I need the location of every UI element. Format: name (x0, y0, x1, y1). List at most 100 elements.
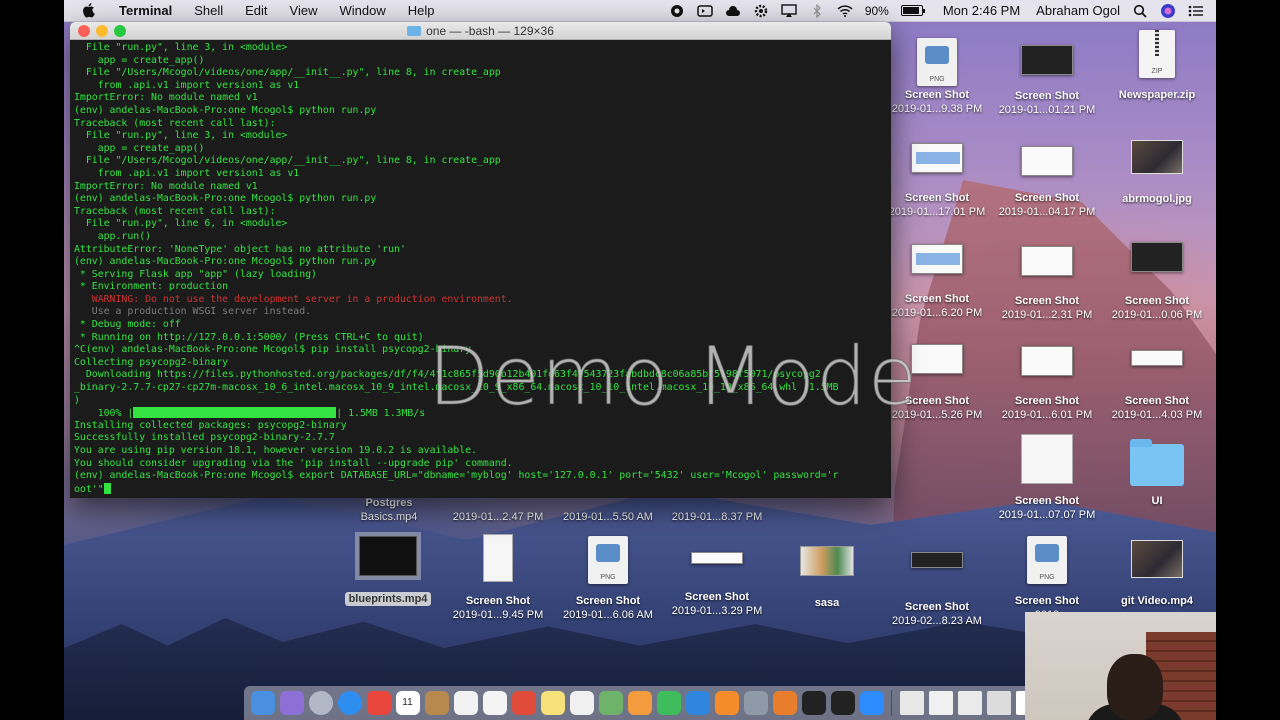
dock-app-icon[interactable] (685, 691, 710, 715)
desktop-icon-screenshot[interactable]: Screen Shot 2019-01...01.21 PM (992, 45, 1102, 117)
terminal-line: You should consider upgrading via the 'p… (74, 457, 513, 469)
dock-app-icon[interactable] (743, 691, 768, 715)
window-zoom-button[interactable] (114, 24, 126, 37)
image-thumbnail-icon (1131, 140, 1183, 174)
dock-app-icon[interactable] (337, 691, 362, 715)
dock-app-icon[interactable] (424, 691, 449, 715)
zip-archive-icon: ZIP (1139, 30, 1175, 78)
desktop-icon-screenshot[interactable]: Screen Shot 2019-01...07.07 PM (992, 434, 1102, 522)
screenshot-thumbnail-icon (911, 552, 963, 568)
dock-app-icon[interactable] (656, 691, 681, 715)
clock[interactable]: Mon 2:46 PM (943, 3, 1020, 18)
dock-app-icon[interactable] (540, 691, 565, 715)
desktop-icon-screenshot[interactable]: Screen Shot 2019-01...0.06 PM (1102, 242, 1212, 322)
dock-app-icon[interactable] (250, 691, 275, 715)
desktop-icon-screenshot[interactable]: 2019-01...5.50 AM (553, 510, 663, 524)
bluetooth-icon[interactable] (809, 3, 825, 18)
desktop-icon-screenshot[interactable]: Screen Shot 2019-01...6.01 PM (992, 346, 1102, 422)
calendar-date: 11 (402, 697, 413, 708)
desktop-icon-screenshot[interactable]: Screen Shot 2019-01...4.03 PM (1102, 350, 1212, 422)
desktop-icon-screenshot[interactable]: PNG Screen Shot 2019-01...9.38 PM (882, 38, 992, 116)
dock-app-icon[interactable] (598, 691, 623, 715)
desktop-icon-photo[interactable]: abrmogol.jpg (1102, 140, 1212, 206)
settings-gear-icon[interactable] (753, 4, 769, 18)
menu-shell[interactable]: Shell (183, 0, 234, 22)
dock-app-icon[interactable] (772, 691, 797, 715)
desktop-icon-video[interactable]: Postgres Basics.mp4 (334, 496, 444, 524)
dock-app-icon[interactable] (801, 691, 826, 715)
terminal-line: (env) andelas-MacBook-Pro:one Mcogol$ py… (74, 104, 377, 116)
dock-app-icon[interactable]: 11 (395, 691, 420, 715)
terminal-line: * Serving Flask app "app" (lazy loading) (74, 268, 317, 280)
window-minimize-button[interactable] (96, 24, 108, 37)
desktop-icon-screenshot[interactable]: 2019-01...2.47 PM (443, 510, 553, 524)
screen-capture-icon[interactable] (697, 4, 713, 18)
dock-app-icon[interactable] (627, 691, 652, 715)
video-thumbnail-icon (355, 532, 421, 580)
desktop-icon-zip[interactable]: ZIP Newspaper.zip (1102, 30, 1212, 102)
document-thumbnail-icon (1021, 434, 1073, 484)
dock-app-icon[interactable] (859, 691, 884, 715)
screenshot-thumbnail-icon (1021, 45, 1073, 75)
dock-separator (891, 690, 892, 716)
dock-document-icon[interactable] (957, 691, 982, 715)
screenshot-thumbnail-icon (1021, 146, 1073, 176)
terminal-output[interactable]: File "run.py", line 3, in <module> app =… (70, 40, 891, 497)
dock-app-icon[interactable] (511, 691, 536, 715)
terminal-line: Traceback (most recent call last): (74, 117, 276, 129)
menu-edit[interactable]: Edit (234, 0, 278, 22)
dock-app-icon[interactable] (569, 691, 594, 715)
menu-window[interactable]: Window (329, 0, 397, 22)
menu-view[interactable]: View (279, 0, 329, 22)
wifi-icon[interactable] (837, 4, 853, 18)
dock-app-icon[interactable] (830, 691, 855, 715)
desktop-icon-screenshot[interactable]: Screen Shot 2019-01...9.45 PM (443, 534, 553, 622)
notification-center-icon[interactable] (1188, 4, 1204, 18)
desktop-icon-screenshot[interactable]: Screen Shot 2019-01...3.29 PM (662, 552, 772, 618)
desktop-icon-screenshot[interactable]: Screen Shot 2019-01...04.17 PM (992, 146, 1102, 219)
desktop-icon-folder[interactable]: UI (1102, 439, 1212, 508)
window-close-button[interactable] (78, 24, 90, 37)
menu-help[interactable]: Help (397, 0, 446, 22)
airplay-icon[interactable] (781, 3, 797, 18)
cloud-upload-icon[interactable] (725, 4, 741, 18)
desktop-icon-screenshot[interactable]: Screen Shot 2019-01...6.20 PM (882, 244, 992, 320)
pip-progress-line: 100% | | 1.5MB 1.3MB/s (74, 407, 426, 420)
record-icon[interactable] (669, 4, 685, 18)
menu-app-name[interactable]: Terminal (108, 0, 183, 22)
desktop-icon-screenshot[interactable]: Screen Shot 2019-01...2.31 PM (992, 246, 1102, 322)
dock-app-icon[interactable] (453, 691, 478, 715)
dock-app-icon[interactable] (366, 691, 391, 715)
dock-app-icon[interactable] (279, 691, 304, 715)
desktop-icon-video-selected[interactable]: blueprints.mp4 (333, 532, 443, 606)
desktop-icon-pdf[interactable]: sasa (772, 546, 882, 610)
terminal-line: File "/Users/Mcogol/videos/one/app/__ini… (74, 155, 501, 167)
terminal-titlebar[interactable]: one — -bash — 129×36 (70, 22, 891, 40)
png-file-icon: PNG (588, 536, 628, 584)
apple-menu-icon[interactable] (82, 3, 96, 18)
spotlight-search-icon[interactable] (1132, 4, 1148, 18)
user-name[interactable]: Abraham Ogol (1036, 3, 1120, 18)
siri-icon[interactable] (1160, 3, 1176, 18)
terminal-line: (env) andelas-MacBook-Pro:one Mcogol$ ex… (74, 470, 839, 482)
dock-document-icon[interactable] (899, 691, 924, 715)
terminal-line: ) (74, 394, 80, 406)
dock-app-icon[interactable] (714, 691, 739, 715)
desktop-icon-screenshot[interactable]: 2019-01...8.37 PM (662, 510, 772, 524)
battery-icon[interactable] (900, 5, 925, 16)
desktop-icon-screenshot[interactable]: Screen Shot 2019-02...8.23 AM (882, 552, 992, 628)
desktop-icon-screenshot[interactable]: Screen Shot 2019-01...17.01 PM (882, 143, 992, 219)
dock-document-icon[interactable] (928, 691, 953, 715)
webcam-overlay (1025, 612, 1216, 720)
desktop-icon-screenshot[interactable]: PNG Screen Shot 2019-01...6.06 AM (553, 536, 663, 622)
desktop-icon-screenshot[interactable]: Screen Shot 2019-01...5.26 PM (882, 344, 992, 422)
terminal-prompt-line[interactable]: oot'" (74, 482, 887, 496)
dock-document-icon[interactable] (986, 691, 1011, 715)
document-thumbnail-icon (483, 534, 513, 582)
dock-app-icon[interactable] (482, 691, 507, 715)
desktop-icon-screenshot[interactable]: PNG Screen Shot 2019 (992, 536, 1102, 622)
dock-app-icon[interactable] (308, 691, 333, 715)
screenshot-thumbnail-icon (1021, 346, 1073, 376)
desktop-icon-video[interactable]: git Video.mp4 (1102, 540, 1212, 608)
terminal-window[interactable]: one — -bash — 129×36 File "run.py", line… (70, 22, 891, 498)
